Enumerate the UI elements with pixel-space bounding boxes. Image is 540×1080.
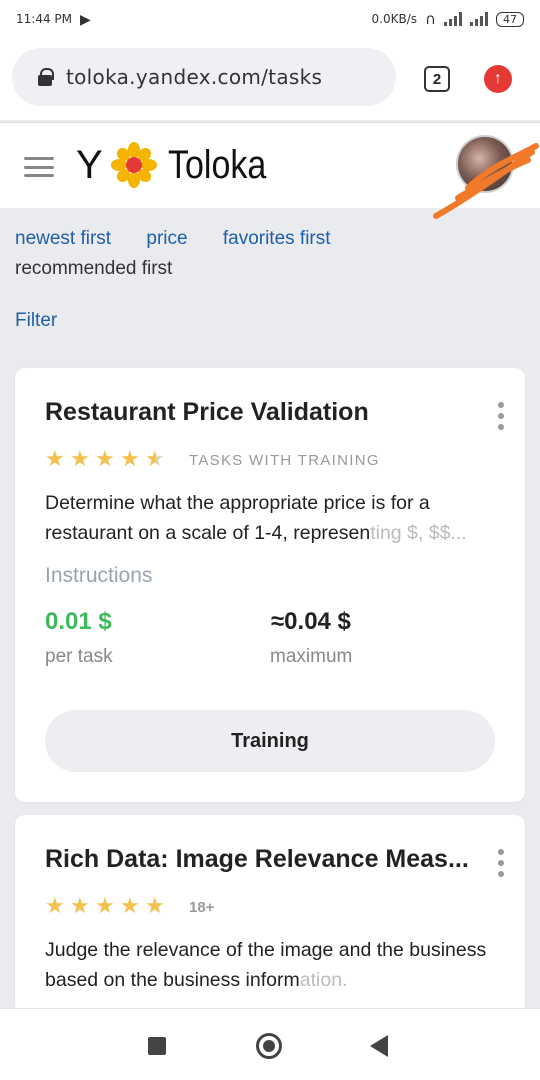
star-half-icon: ★ bbox=[145, 446, 165, 471]
star-icon: ★ bbox=[70, 446, 90, 471]
flower-logo-icon bbox=[111, 142, 157, 188]
more-options-icon[interactable] bbox=[497, 849, 505, 877]
price-per-task: 0.01 $ bbox=[45, 608, 112, 635]
status-time: 11:44 PM bbox=[16, 12, 72, 26]
system-nav-bar bbox=[0, 1008, 540, 1080]
notification-icon: ▶ bbox=[80, 10, 91, 27]
sort-current: recommended first bbox=[15, 258, 173, 279]
sort-price-link[interactable]: price bbox=[146, 228, 187, 249]
task-card[interactable]: Restaurant Price Validation ★ ★ ★ ★ ★ TA… bbox=[15, 368, 525, 802]
task-description: Judge the relevance of the image and the… bbox=[45, 939, 487, 991]
filter-link[interactable]: Filter bbox=[15, 310, 57, 332]
battery-icon: 47 bbox=[496, 11, 524, 27]
tabs-button[interactable]: 2 bbox=[424, 66, 450, 92]
toloka-logo-text: Toloka bbox=[168, 143, 267, 187]
network-speed: 0.0KB/s bbox=[371, 12, 418, 26]
avatar[interactable] bbox=[456, 135, 514, 193]
menu-icon[interactable] bbox=[24, 157, 54, 177]
more-options-icon[interactable] bbox=[497, 402, 505, 430]
signal-icon bbox=[444, 12, 462, 26]
address-bar[interactable]: toloka.yandex.com/tasks bbox=[12, 48, 396, 106]
star-icon: ★ bbox=[95, 446, 115, 471]
headphones-icon: ∩ bbox=[425, 10, 436, 28]
star-icon: ★ bbox=[120, 893, 140, 918]
star-icon: ★ bbox=[45, 446, 65, 471]
url-text: toloka.yandex.com/tasks bbox=[66, 65, 323, 89]
yandex-logo: Y bbox=[76, 143, 103, 187]
star-icon: ★ bbox=[145, 893, 165, 918]
status-bar: 11:44 PM ▶ 0.0KB/s ∩ 47 bbox=[0, 0, 540, 38]
upload-icon[interactable]: ↑ bbox=[484, 65, 512, 93]
signal-icon-2 bbox=[470, 12, 488, 26]
price-per-task-label: per task bbox=[45, 646, 113, 667]
app-header: Y Toloka bbox=[0, 122, 540, 208]
task-title[interactable]: Rich Data: Image Relevance Meas... bbox=[45, 845, 475, 874]
rating-stars: ★ ★ ★ ★ ★ bbox=[45, 446, 166, 471]
recents-icon[interactable] bbox=[148, 1037, 166, 1055]
home-icon[interactable] bbox=[256, 1033, 282, 1059]
status-indicators: 0.0KB/s ∩ 47 bbox=[372, 10, 524, 28]
sort-newest-link[interactable]: newest first bbox=[15, 228, 111, 249]
age-restriction-badge: 18+ bbox=[189, 899, 215, 916]
back-icon[interactable] bbox=[370, 1035, 388, 1057]
task-card[interactable]: Rich Data: Image Relevance Meas... ★ ★ ★… bbox=[15, 815, 525, 1015]
training-button[interactable]: Training bbox=[45, 710, 495, 772]
task-tag: TASKS WITH TRAINING bbox=[189, 452, 380, 469]
task-title[interactable]: Restaurant Price Validation bbox=[45, 398, 475, 427]
star-icon: ★ bbox=[45, 893, 65, 918]
sort-favorites-link[interactable]: favorites first bbox=[223, 228, 331, 249]
price-maximum-label: maximum bbox=[270, 646, 353, 667]
task-description: Determine what the appropriate price is … bbox=[45, 492, 467, 544]
star-icon: ★ bbox=[95, 893, 115, 918]
rating-stars: ★ ★ ★ ★ ★ bbox=[45, 893, 166, 918]
star-icon: ★ bbox=[120, 446, 140, 471]
instructions-link[interactable]: Instructions bbox=[45, 564, 152, 588]
browser-toolbar: toloka.yandex.com/tasks 2 ↑ bbox=[0, 38, 540, 120]
star-icon: ★ bbox=[70, 893, 90, 918]
price-maximum: ≈0.04 $ bbox=[271, 608, 351, 635]
sort-options: newest first price favorites first bbox=[15, 228, 361, 250]
lock-icon bbox=[38, 68, 54, 86]
